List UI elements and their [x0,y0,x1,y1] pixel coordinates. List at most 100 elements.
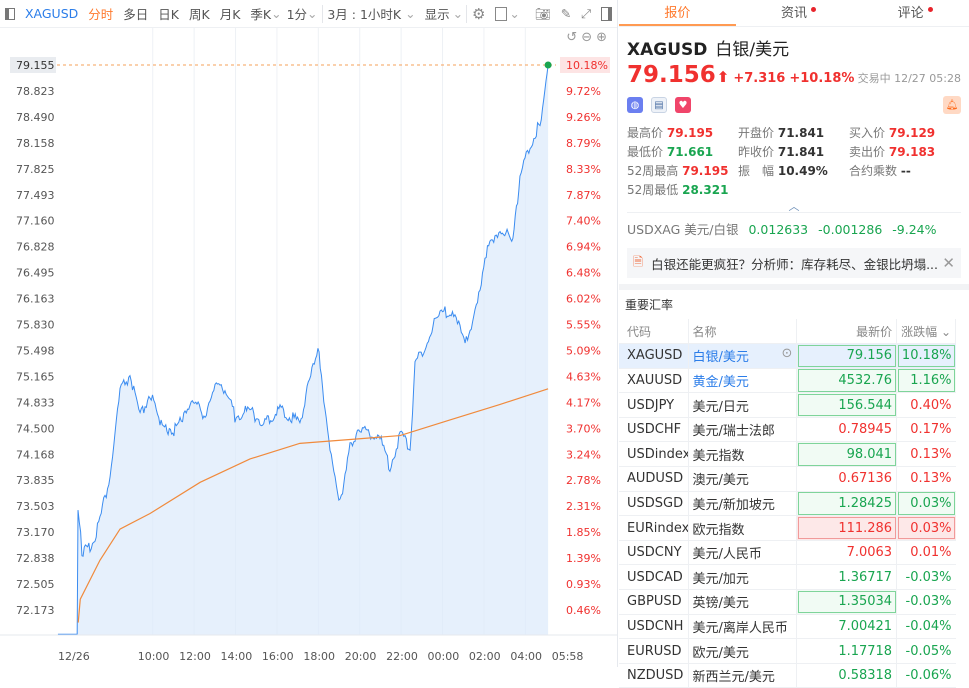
col-price[interactable]: 最新价 [796,319,898,345]
table-row[interactable]: AUDUSD 澳元/美元 0.67136 0.13% [619,466,956,492]
table-row[interactable]: USDCAD 美元/加元 1.36717 -0.03% [619,564,956,591]
table-row[interactable]: GBPUSD 英镑/美元 1.35034 -0.03% [619,589,956,615]
cell-price: 79.156 [796,343,898,369]
price-chart[interactable]: 78.823 9.72% 78.490 9.26% 78.158 8.79% 77.825 8… [0,28,618,667]
x-tick-label: 02:00 [469,650,501,663]
pct-tick-label: 8.33% [566,163,601,176]
pair-name: 美元/瑞士法郎 [692,424,775,440]
symbol-name: 白银/美元 [715,40,790,60]
cell-price: 98.041 [796,441,898,468]
stat-value: 71.661 [666,145,714,159]
stat-label: 最低价 [627,145,664,159]
cell-change: -0.03% [896,589,956,615]
stat-item: 最低价 71.661 [627,143,738,160]
table-row[interactable]: USDCNH 美元/离岸人民币 7.00421 -0.04% [619,614,956,640]
cell-change: -0.04% [896,614,956,640]
table-row[interactable]: USDSGD 美元/新加坡元 1.28425 0.03% [619,491,956,517]
stat-item: 买入价 79.129 [849,124,969,141]
interval-dropdown[interactable]: 1分 [287,4,307,23]
tab-news[interactable]: 资讯 [736,0,853,26]
sidebar-toggle-icon[interactable] [5,7,15,20]
stat-label: 合约乘数 [849,164,898,178]
heart-icon[interactable]: ♥ [675,97,691,113]
range-dropdown[interactable]: 3月 : 1小时K [327,4,401,23]
period-tab-day[interactable]: 日K [158,4,179,23]
layout-icon[interactable] [495,6,508,21]
globe-icon[interactable]: ◍ [627,97,643,113]
table-row[interactable]: USDJPY 美元/日元 156.544 0.40% [619,392,956,418]
price-change-pct: +10.18% [789,71,855,86]
cell-code: EURUSD [619,638,689,664]
tab-label: 评论 [897,6,924,21]
tab-quote[interactable]: 报价 [619,0,736,26]
collapse-chevron-icon[interactable]: ︿ [627,198,961,213]
period-tab-month[interactable]: 月K [220,4,241,23]
news-banner[interactable]: 🗎︎ 白银还能更疯狂？分析师：库存耗尽、金银比坍塌... ✕ [627,248,961,278]
cell-name: 欧元指数 [688,515,798,541]
watch-icon[interactable]: ⊙ [782,346,793,361]
news-headline[interactable]: 白银还能更疯狂？分析师：库存耗尽、金银比坍塌... [651,254,938,273]
y-tick-label: 77.825 [16,163,55,176]
cell-price: 4532.76 [796,368,898,394]
settings-icon[interactable]: ⚙ [472,5,485,23]
cell-price: 0.78945 [796,417,898,443]
pencil-icon[interactable]: ✎ [561,6,571,21]
table-row[interactable]: NZDUSD 新西兰元/美元 0.58318 -0.06% [619,663,956,688]
table-row[interactable]: USDCNY 美元/人民币 7.0063 0.01% [619,540,956,566]
cell-change: 10.18% [896,343,956,369]
cell-name: 新西兰元/美元 [688,663,798,688]
table-row[interactable]: XAGUSD 白银/美元 ⊙ 79.156 10.18% [619,343,956,369]
pct-tick-label: 8.79% [566,137,601,150]
period-tab-intraday[interactable]: 分时 [88,4,113,23]
display-dropdown[interactable]: 显示 [425,4,450,23]
camera-icon[interactable]: 📷︎ [535,6,551,22]
up-arrow-icon: ⬆ [716,68,730,86]
col-name[interactable]: 名称 [688,319,798,345]
col-change[interactable]: 涨跌幅 ⌄ [896,319,956,345]
bell-icon[interactable]: 🔔︎ [943,96,961,114]
cell-code: AUDUSD [619,466,689,492]
tab-comments[interactable]: 评论 [852,0,969,26]
pct-tick-label: 3.70% [566,422,601,435]
y-tick-label: 74.833 [16,396,55,409]
cell-name: 美元/日元 [688,392,798,418]
stat-item: 52周最低 28.321 [627,181,738,198]
x-tick-label: 12/26 [58,650,90,663]
table-row[interactable]: EURUSD 欧元/美元 1.17718 -0.05% [619,638,956,664]
stat-item: 开盘价 71.841 [738,124,849,141]
col-code[interactable]: 代码 [619,319,689,345]
y-tick-label: 74.168 [16,448,55,461]
pct-tick-label: 2.31% [566,500,601,513]
period-tab-quarter[interactable]: 季K [250,4,271,23]
cell-name: 美元/瑞士法郎 [688,417,798,443]
stat-value: 79.183 [888,145,936,159]
period-tab-week[interactable]: 周K [189,4,210,23]
y-tick-label: 75.498 [16,344,55,357]
y-tick-label: 76.495 [16,267,55,280]
pair-name: 黄金/美元 [692,374,749,390]
chart-toolbar: XAGUSD 分时 多日 日K 周K 月K 季K ⌄ 1分 ⌄ 3月 : 1小时K ⌄… [0,0,617,28]
cell-code: USDCNH [619,614,689,640]
x-tick-label: 18:00 [303,650,335,663]
inverse-quote[interactable]: USDXAG 美元/白银 0.012633 -0.001286 -9.24% [627,212,961,238]
symbol-label[interactable]: XAGUSD [25,6,78,21]
stats-grid: 最高价 79.195 开盘价 71.841 买入价 79.129 最低价 71.661… [627,124,961,198]
panel-toggle-icon[interactable] [601,6,612,21]
cell-name: 英镑/美元 [688,589,798,615]
pct-tick-label: 5.55% [566,319,601,332]
table-row[interactable]: USDindex 美元指数 98.041 0.13% [619,441,956,468]
fullscreen-icon[interactable]: ⤢ [581,6,591,22]
pct-tick-label: 2.78% [566,474,601,487]
quote-panel: 报价 资讯 评论 XAGUSD 白银/美元 79.156 ⬆ +7.316 +10… [619,0,969,688]
pair-name: 白银/美元 [692,350,749,366]
close-icon[interactable]: ✕ [942,254,955,272]
table-row[interactable]: XAUUSD 黄金/美元 4532.76 1.16% [619,368,956,394]
table-row[interactable]: EURindex 欧元指数 111.286 0.03% [619,515,956,541]
y-tick-label: 73.503 [16,500,55,513]
period-tab-multiday[interactable]: 多日 [123,4,148,23]
y-tick-label: 75.830 [16,319,55,332]
bookmark-icon[interactable]: ▤ [651,97,667,113]
y-tick-label: 77.160 [16,215,55,228]
x-tick-label: 20:00 [345,650,377,663]
table-row[interactable]: USDCHF 美元/瑞士法郎 0.78945 0.17% [619,417,956,443]
